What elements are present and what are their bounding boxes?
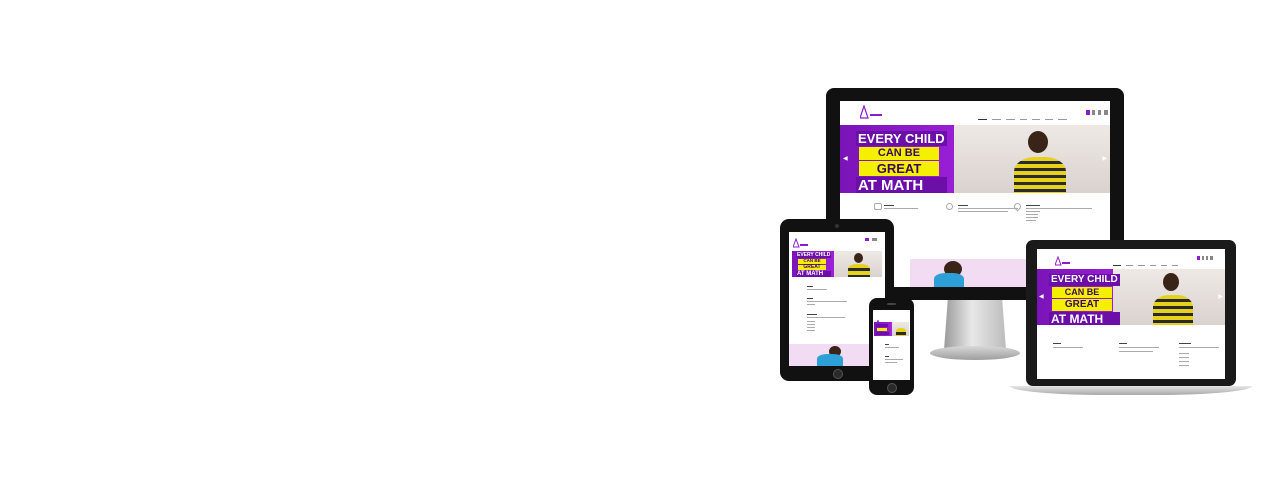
tablet-header-icons[interactable] [865,238,877,241]
laptop-hero-line-1: EVERY CHILD [1049,274,1120,286]
hero-headline: EVERY CHILD CAN BE GREAT AT MATH [856,131,947,193]
laptop-hero-line-4: AT MATH [1049,312,1120,325]
logo-compass-icon [792,237,808,248]
tablet-logo [792,235,809,248]
logo-compass-icon [1054,255,1070,266]
laptop-hero-headline: EVERY CHILD CAN BE GREAT AT MATH [1049,274,1120,325]
laptop-base [1010,386,1252,395]
laptop-prev-arrow[interactable]: ◀ [1039,294,1044,300]
slider-prev-arrow[interactable]: ◀ [843,156,848,162]
tablet-hero-line-4: AT MATH [796,270,832,277]
tablet-hero: EVERY CHILD CAN BE GREAT AT MATH [792,251,882,277]
hero-line-3: GREAT [859,161,939,176]
feature-icon [874,203,882,210]
laptop-hero-line-3: GREAT [1052,299,1112,311]
laptop-logo [1054,253,1071,266]
phone-screen [873,310,910,380]
feature-col-3 [1012,201,1100,221]
laptop-social-icons[interactable] [1197,256,1213,260]
phone-home-button[interactable] [887,383,897,393]
tablet-hero-line-3: GREAT [798,264,826,270]
feature-col-1 [874,203,944,210]
hero-line-1: EVERY CHILD [856,131,947,146]
tablet-hero-line-2: CAN BE [798,258,826,264]
hero-line-2: CAN BE [859,147,939,160]
phone [869,298,914,395]
laptop-hero-line-2: CAN BE [1052,287,1112,298]
hero-photo [954,125,1110,193]
feature-icon [946,203,953,210]
tablet-hero-headline: EVERY CHILD CAN BE GREAT AT MATH [796,253,832,277]
laptop-hero: EVERY CHILD CAN BE GREAT AT MATH ◀ ▶ [1037,269,1225,325]
kid-shirt [1014,157,1066,193]
header-social-icons[interactable] [1086,110,1108,115]
laptop-screen: EVERY CHILD CAN BE GREAT AT MATH ◀ ▶ [1037,249,1225,379]
kid-head [1028,131,1048,153]
hero-banner: EVERY CHILD CAN BE GREAT AT MATH ◀ ▶ [840,125,1110,193]
site-logo [859,104,884,119]
tablet-home-button[interactable] [833,369,843,379]
phone-hero [874,322,909,336]
monitor-stand-neck [944,300,1006,350]
slider-next-arrow[interactable]: ▶ [1102,156,1107,162]
phone-logo [875,313,886,327]
tablet-camera [835,224,839,228]
phone-speaker [887,303,896,305]
monitor-stand-base [930,346,1020,360]
hero-line-4: AT MATH [856,177,947,193]
phone-features [877,342,907,378]
site-nav[interactable] [978,111,1098,121]
laptop-features [1053,341,1223,371]
logo-compass-icon [859,104,882,119]
laptop-next-arrow[interactable]: ▶ [1218,294,1223,300]
laptop: EVERY CHILD CAN BE GREAT AT MATH ◀ ▶ [1010,240,1252,398]
